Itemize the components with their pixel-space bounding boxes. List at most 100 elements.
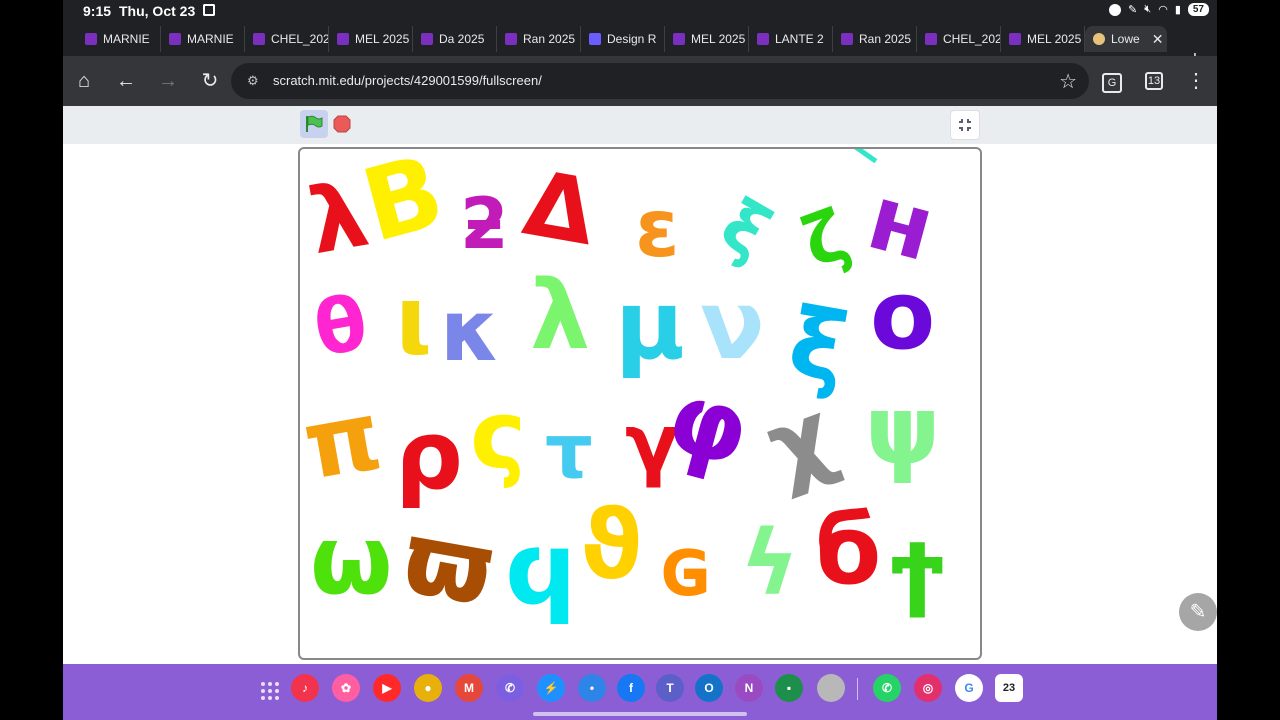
close-icon[interactable]: ✕: [1152, 31, 1164, 48]
instagram-app-icon[interactable]: ◎: [914, 674, 942, 702]
music-app-icon[interactable]: ♪: [291, 674, 319, 702]
menu-kebab-icon[interactable]: ⋮: [1183, 68, 1209, 94]
tab-10[interactable]: CHEL_2025: [917, 26, 1001, 52]
exit-fullscreen-icon: [959, 119, 971, 131]
scratch-page: λBƻΔεξζнθικλμνξoπρςτγφχψωϖϥϑɢϟбϮ ✎: [63, 106, 1217, 664]
sprite-letter-4[interactable]: ε: [635, 189, 680, 269]
tab-8[interactable]: LANTE 2: [749, 26, 833, 52]
sprite-letter-17[interactable]: ρ: [395, 409, 463, 504]
address-bar[interactable]: ⚙ scratch.mit.edu/projects/429001599/ful…: [231, 63, 1089, 99]
onenote-favicon-icon: [841, 33, 853, 45]
sprite-letter-13[interactable]: ν: [700, 279, 765, 374]
tab-title: MARNIE: [103, 32, 150, 46]
onenote-app-icon[interactable]: N: [735, 674, 763, 702]
sprite-letter-10[interactable]: κ: [440, 289, 500, 374]
sprite-letter-19[interactable]: τ: [545, 414, 593, 489]
onenote-favicon-icon: [421, 33, 433, 45]
tab-1[interactable]: MARNIE: [161, 26, 245, 52]
sprite-letter-21[interactable]: φ: [656, 357, 762, 490]
status-bar: 9:15 Thu, Oct 23 ✎ 🔇︎ ◠ ▮ 57: [63, 0, 1217, 22]
tab-switcher-button[interactable]: 13: [1141, 68, 1167, 94]
chrome-app-icon[interactable]: ●: [414, 674, 442, 702]
tab-count: 13: [1145, 72, 1163, 90]
tab-7[interactable]: MEL 2025: [665, 26, 749, 52]
home-gesture-bar[interactable]: [533, 712, 747, 716]
status-icons: ✎ 🔇︎ ◠ ▮ 57: [1109, 3, 1209, 16]
tab-5[interactable]: Ran 2025: [497, 26, 581, 52]
tab-4[interactable]: Da 2025: [413, 26, 497, 52]
google-chat-app-icon[interactable]: •: [578, 674, 606, 702]
sprite-letter-12[interactable]: μ: [615, 279, 685, 374]
sprite-letter-5[interactable]: ξ: [707, 183, 784, 275]
app-shelf: ♪ ✿ ▶ ● M ✆ ⚡ • f T O N ▪ ✆ ◎ G 23: [63, 664, 1217, 720]
tab-3[interactable]: MEL 2025: [329, 26, 413, 52]
tab-strip: MEL 2025 CHEL_2025 Ran 2025 LANTE 2 MEL 2025…: [63, 22, 1217, 70]
tab-9[interactable]: Ran 2025: [833, 26, 917, 52]
sprite-letter-15[interactable]: o: [870, 269, 935, 364]
tab-title: MEL 2025: [691, 32, 746, 46]
bookmark-star-icon[interactable]: ☆: [1059, 69, 1077, 94]
sprite-letter-24[interactable]: ω: [310, 514, 393, 609]
sprite-letter-18[interactable]: ς: [470, 389, 526, 484]
green-flag-button[interactable]: [300, 110, 328, 138]
sprite-letter-14[interactable]: ξ: [781, 287, 855, 405]
classroom-app-icon[interactable]: ▪: [775, 674, 803, 702]
edit-pencil-button[interactable]: ✎: [1179, 593, 1217, 631]
sprite-letter-23[interactable]: ψ: [865, 384, 940, 479]
messenger-app-icon[interactable]: ⚡: [537, 674, 565, 702]
sprite-letter-26[interactable]: ϥ: [505, 519, 577, 619]
scratch-stage[interactable]: λBƻΔεξζнθικλμνξoπρςτγφχψωϖϥϑɢϟбϮ: [298, 147, 982, 660]
stray-mark: [846, 149, 878, 164]
tab-title: Ran 2025: [523, 32, 576, 46]
sprite-letter-27[interactable]: ϑ: [580, 499, 643, 594]
pen-icon: ✎: [1128, 4, 1138, 16]
facebook-app-icon[interactable]: f: [617, 674, 645, 702]
tab-0[interactable]: MARNIE: [77, 26, 161, 52]
gmail-app-icon[interactable]: M: [455, 674, 483, 702]
translate-icon[interactable]: G: [1099, 68, 1125, 94]
photos-app-icon[interactable]: ✿: [332, 674, 360, 702]
teams-app-icon[interactable]: T: [656, 674, 684, 702]
youtube-app-icon[interactable]: ▶: [373, 674, 401, 702]
sprite-letter-16[interactable]: π: [300, 380, 389, 501]
outlook-app-icon[interactable]: O: [695, 674, 723, 702]
reload-button[interactable]: ↻: [197, 68, 223, 94]
sprite-letter-9[interactable]: ι: [395, 274, 432, 369]
player-controls-bar: [63, 106, 1217, 144]
sprite-letter-8[interactable]: θ: [308, 278, 374, 374]
sprite-letter-6[interactable]: ζ: [792, 193, 859, 284]
stop-sign-icon: [333, 115, 351, 133]
sprite-letter-11[interactable]: λ: [530, 269, 590, 364]
sprite-letter-29[interactable]: ϟ: [740, 519, 799, 609]
onenote-favicon-icon: [169, 33, 181, 45]
tab-11[interactable]: MEL 2025: [1001, 26, 1085, 52]
wifi-icon: ◠: [1158, 4, 1168, 16]
tab-title: CHEL_2025: [943, 32, 1000, 46]
sprite-letter-2[interactable]: ƻ: [460, 189, 509, 259]
sprite-letter-3[interactable]: Δ: [516, 151, 603, 267]
active-tab[interactable]: Lowe ✕: [1085, 26, 1167, 52]
viber-app-icon[interactable]: ✆: [496, 674, 524, 702]
calendar-app-icon[interactable]: 23: [995, 674, 1023, 702]
stop-button[interactable]: [333, 115, 351, 133]
status-date: Thu, Oct 23: [119, 3, 196, 19]
url-text[interactable]: scratch.mit.edu/projects/429001599/fulls…: [273, 73, 542, 88]
apple-app-icon[interactable]: [817, 674, 845, 702]
tab-6[interactable]: Design R: [581, 26, 665, 52]
back-button[interactable]: ←: [113, 68, 139, 94]
onenote-favicon-icon: [757, 33, 769, 45]
sprite-letter-25[interactable]: ϖ: [396, 498, 502, 628]
home-button[interactable]: ⌂: [71, 68, 97, 94]
sprite-letter-31[interactable]: Ϯ: [890, 534, 945, 614]
tab-title: Lowe: [1111, 32, 1140, 46]
sprite-letter-28[interactable]: ɢ: [660, 524, 713, 609]
site-settings-icon[interactable]: ⚙: [247, 73, 259, 89]
forward-button[interactable]: →: [155, 68, 181, 94]
whatsapp-app-icon[interactable]: ✆: [873, 674, 901, 702]
exit-fullscreen-button[interactable]: [950, 110, 980, 140]
tab-title: CHEL_2025: [271, 32, 328, 46]
google-app-icon[interactable]: G: [955, 674, 983, 702]
tab-2[interactable]: CHEL_2025: [245, 26, 329, 52]
launcher-grid-icon[interactable]: [258, 679, 282, 703]
sprite-letter-30[interactable]: б: [815, 504, 881, 599]
